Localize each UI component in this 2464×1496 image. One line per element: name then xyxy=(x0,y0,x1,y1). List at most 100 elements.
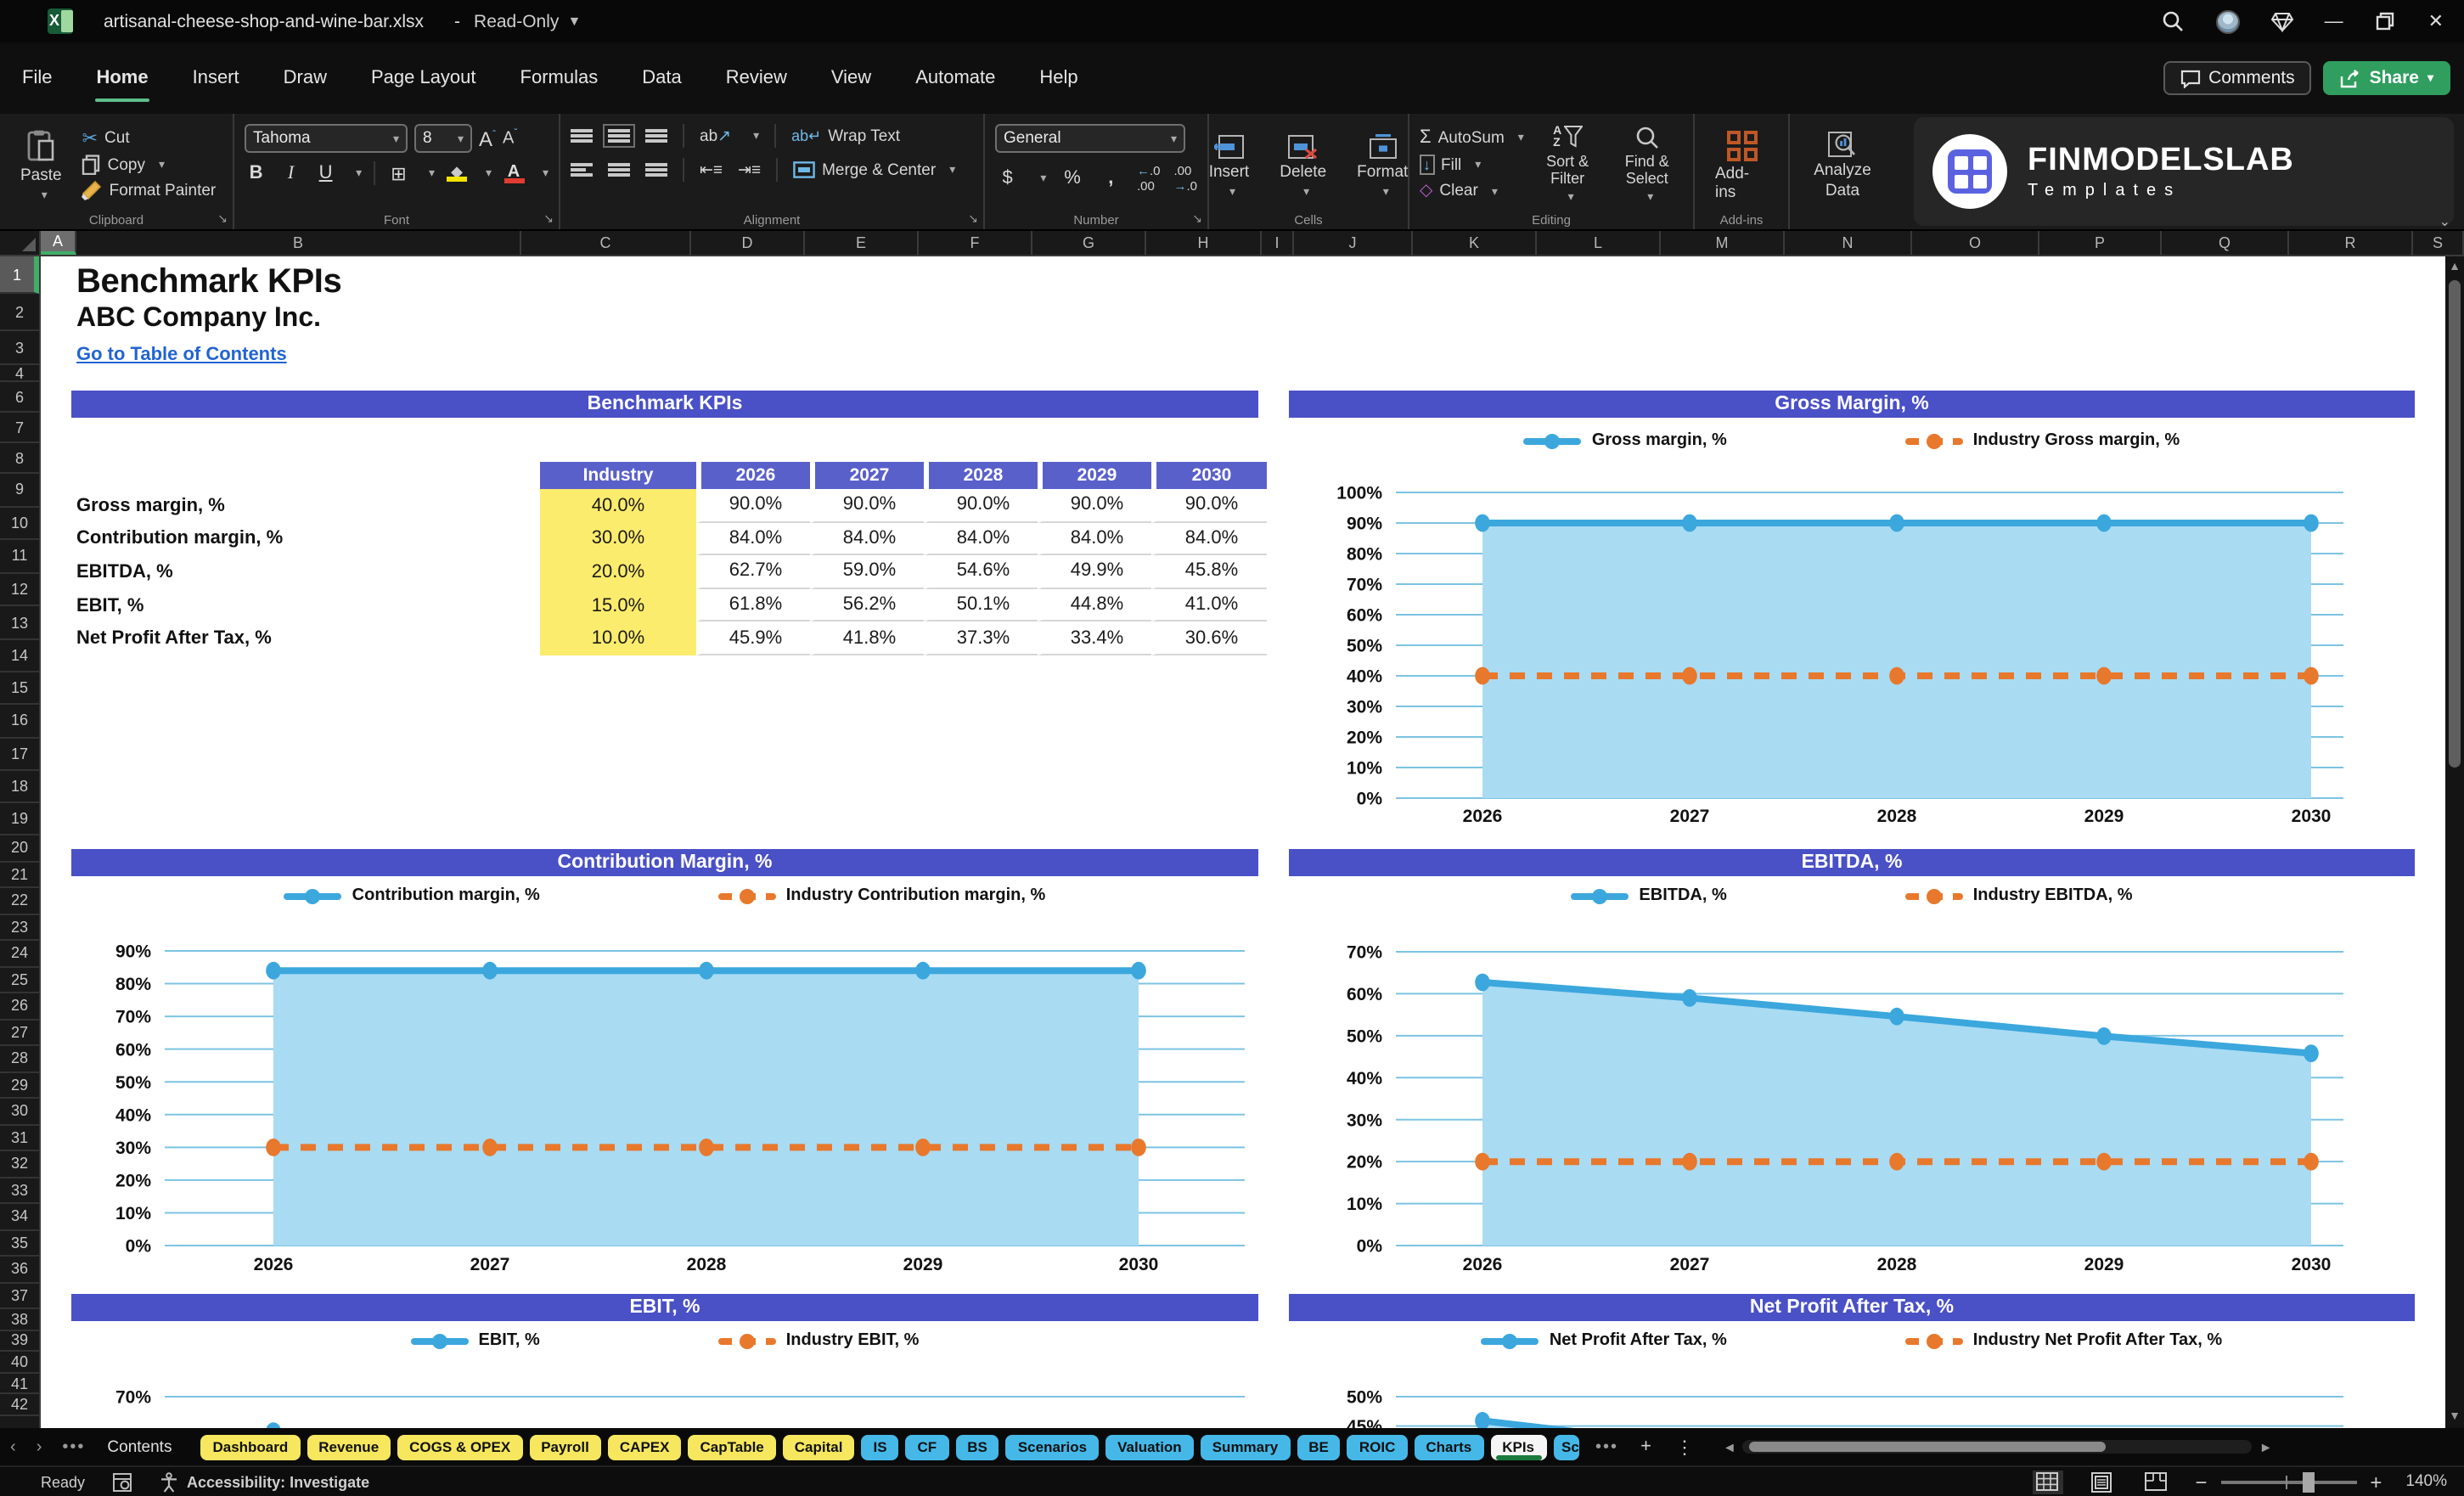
row-header-20[interactable]: 20 xyxy=(0,835,39,863)
close-button[interactable]: ✕ xyxy=(2428,10,2444,32)
tabs-scroll-left-icon[interactable]: ‹ xyxy=(0,1437,26,1456)
decrease-decimal-button[interactable]: .00 →.0 xyxy=(1174,163,1198,194)
hscroll-right-icon[interactable]: ► xyxy=(2259,1439,2273,1454)
row-header-40[interactable]: 40 xyxy=(0,1353,39,1374)
row-header-34[interactable]: 34 xyxy=(0,1204,39,1231)
row-header-17[interactable]: 17 xyxy=(0,738,39,771)
zoom-slider[interactable] xyxy=(2220,1471,2357,1492)
column-header-E[interactable]: E xyxy=(805,231,919,255)
menu-tab-help[interactable]: Help xyxy=(1017,58,1100,98)
column-header-L[interactable]: L xyxy=(1537,231,1661,255)
clear-button[interactable]: ◇ Clear ▾ xyxy=(1420,182,1524,200)
hscroll-left-icon[interactable]: ◄ xyxy=(1723,1439,1736,1454)
tabs-more-left-icon[interactable]: ••• xyxy=(52,1437,95,1456)
menu-tab-review[interactable]: Review xyxy=(704,58,809,98)
accessibility-icon[interactable] xyxy=(160,1471,178,1492)
alignment-dialog-launcher[interactable]: ↘ xyxy=(968,212,978,226)
row-header-28[interactable]: 28 xyxy=(0,1046,39,1073)
sheet-tab-sc[interactable]: Sc xyxy=(1553,1434,1579,1459)
row-header-32[interactable]: 32 xyxy=(0,1151,39,1178)
sheet-tab-valuation[interactable]: Valuation xyxy=(1105,1434,1194,1459)
number-format-select[interactable]: General ▾ xyxy=(995,124,1185,153)
align-center-button[interactable] xyxy=(608,163,630,177)
grow-font-button[interactable]: Aˆ xyxy=(479,127,496,150)
sheet-menu-icon[interactable]: ⋮ xyxy=(1663,1436,1706,1458)
comments-button[interactable]: Comments xyxy=(2163,61,2312,95)
align-left-button[interactable] xyxy=(571,163,593,177)
column-header-I[interactable]: I xyxy=(1262,231,1294,255)
column-header-B[interactable]: B xyxy=(76,231,521,255)
menu-tab-insert[interactable]: Insert xyxy=(171,58,262,98)
new-sheet-button[interactable]: + xyxy=(1629,1437,1663,1457)
number-dialog-launcher[interactable]: ↘ xyxy=(1192,212,1202,226)
column-header-F[interactable]: F xyxy=(919,231,1032,255)
row-header-27[interactable]: 27 xyxy=(0,1020,39,1047)
sort-filter-button[interactable]: AZ Sort & Filter ▾ xyxy=(1534,122,1601,209)
restore-button[interactable] xyxy=(2372,8,2399,35)
horizontal-scrollbar-thumb[interactable] xyxy=(1749,1442,2107,1452)
bold-button[interactable]: B xyxy=(245,163,267,183)
row-header-37[interactable]: 37 xyxy=(0,1283,39,1310)
zoom-in-button[interactable]: + xyxy=(2370,1470,2382,1493)
collapse-ribbon-chevron-icon[interactable]: ⌄ xyxy=(2439,214,2450,229)
user-avatar[interactable] xyxy=(2215,9,2240,33)
delete-cells-button[interactable]: Delete ▾ xyxy=(1269,122,1336,209)
shrink-font-button[interactable]: Aˇ xyxy=(503,129,517,149)
search-icon[interactable] xyxy=(2160,8,2187,35)
borders-button[interactable]: ⊞ xyxy=(387,162,410,184)
column-header-J[interactable]: J xyxy=(1294,231,1413,255)
row-header-7[interactable]: 7 xyxy=(0,413,39,443)
increase-decimal-button[interactable]: ←.0.00 xyxy=(1137,163,1161,194)
sheet-tab-scenarios[interactable]: Scenarios xyxy=(1005,1434,1100,1459)
select-all-corner[interactable] xyxy=(0,231,41,255)
scroll-down-icon[interactable]: ▼ xyxy=(2449,1406,2461,1426)
row-header-25[interactable]: 25 xyxy=(0,967,39,994)
insert-cells-button[interactable]: Insert ▾ xyxy=(1199,122,1260,209)
row-header-12[interactable]: 12 xyxy=(0,574,39,607)
macro-record-icon[interactable] xyxy=(112,1471,132,1492)
sheet-canvas[interactable]: Benchmark KPIs ABC Company Inc. Go to Ta… xyxy=(41,256,2445,1428)
chart-net-profit[interactable]: Net Profit After Tax, % Net Profit After … xyxy=(1289,1294,2415,1428)
orientation-button[interactable]: ab↗ xyxy=(700,127,731,145)
column-header-S[interactable]: S xyxy=(2413,231,2464,255)
sheet-tab-capital[interactable]: Capital xyxy=(782,1434,855,1459)
tabs-scroll-right-icon[interactable]: › xyxy=(26,1437,53,1456)
column-header-Q[interactable]: Q xyxy=(2162,231,2289,255)
wrap-text-button[interactable]: ab↵ Wrap Text xyxy=(791,127,900,145)
menu-tab-file[interactable]: File xyxy=(0,58,74,98)
row-header-18[interactable]: 18 xyxy=(0,770,39,803)
row-header-39[interactable]: 39 xyxy=(0,1330,39,1353)
chart-contribution-margin[interactable]: Contribution Margin, % Contribution margi… xyxy=(71,849,1258,1282)
status-accessibility[interactable]: Accessibility: Investigate xyxy=(187,1473,369,1490)
column-header-O[interactable]: O xyxy=(1912,231,2039,255)
sheet-tab-contents[interactable]: Contents xyxy=(95,1434,183,1459)
align-middle-button[interactable] xyxy=(603,124,635,148)
sheet-tab-captable[interactable]: CapTable xyxy=(688,1434,776,1459)
chart-ebitda[interactable]: EBITDA, % EBITDA, % Industry EBITDA, % 70% 6… xyxy=(1289,849,2415,1282)
readonly-chevron-icon[interactable]: ▼ xyxy=(567,14,581,29)
format-cells-button[interactable]: Format ▾ xyxy=(1347,122,1418,209)
column-header-G[interactable]: G xyxy=(1032,231,1146,255)
column-header-K[interactable]: K xyxy=(1413,231,1537,255)
decrease-indent-button[interactable]: ⇤≡ xyxy=(700,160,723,179)
italic-button[interactable]: I xyxy=(279,163,302,183)
horizontal-scrollbar[interactable]: ◄ ► xyxy=(1723,1439,2280,1454)
row-header-1[interactable]: 1 xyxy=(0,256,39,294)
row-header-14[interactable]: 14 xyxy=(0,640,39,673)
menu-tab-formulas[interactable]: Formulas xyxy=(498,58,621,98)
merge-center-button[interactable]: Merge & Center ▾ xyxy=(793,160,955,179)
menu-tab-page-layout[interactable]: Page Layout xyxy=(349,58,498,98)
clipboard-dialog-launcher[interactable]: ↘ xyxy=(217,212,228,226)
sheet-tab-summary[interactable]: Summary xyxy=(1200,1434,1291,1459)
row-header-24[interactable]: 24 xyxy=(0,941,39,968)
addins-button[interactable]: Add-ins xyxy=(1705,122,1778,209)
font-family-select[interactable]: Tahoma ▾ xyxy=(245,124,408,153)
row-header-6[interactable]: 6 xyxy=(0,382,39,413)
row-header-19[interactable]: 19 xyxy=(0,803,39,836)
column-header-H[interactable]: H xyxy=(1146,231,1262,255)
autosum-button[interactable]: Σ AutoSum ▾ xyxy=(1420,127,1524,148)
row-header-13[interactable]: 13 xyxy=(0,607,39,640)
sheet-tab-dashboard[interactable]: Dashboard xyxy=(200,1434,301,1459)
font-color-button[interactable]: A xyxy=(503,163,525,183)
menu-tab-home[interactable]: Home xyxy=(74,58,170,102)
